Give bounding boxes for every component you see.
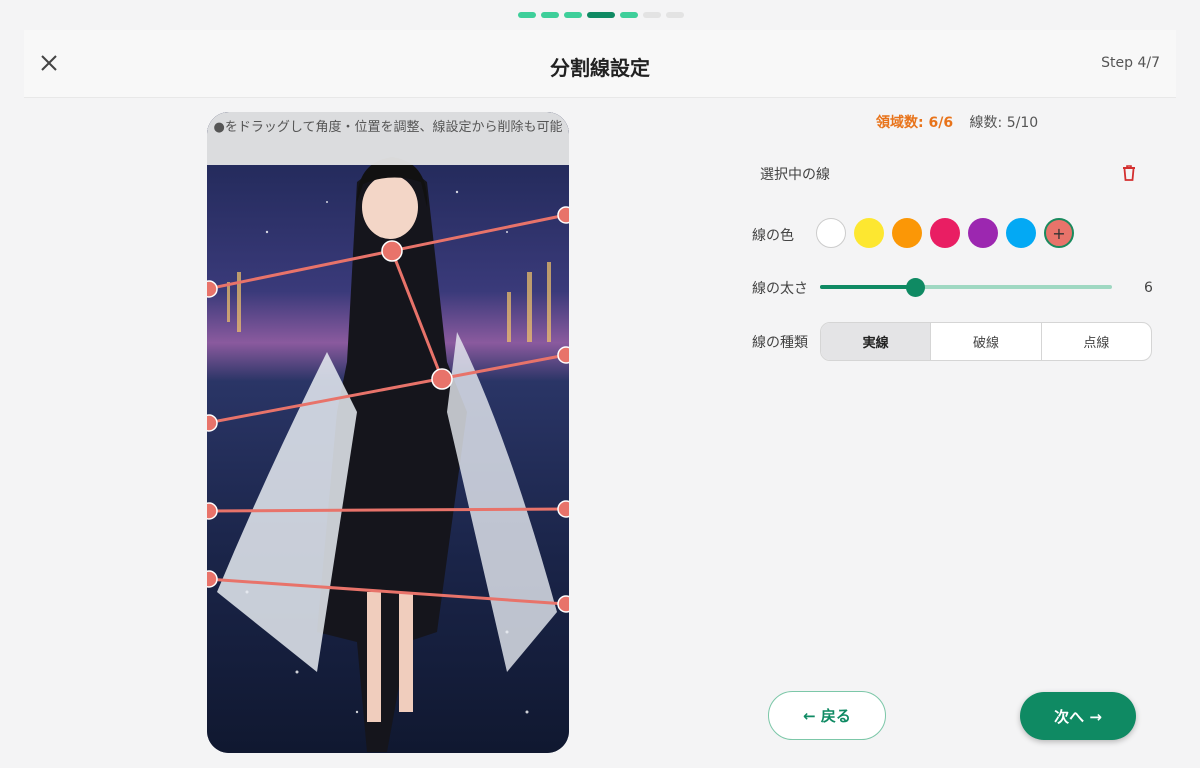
delete-line-button[interactable]: [1119, 163, 1139, 183]
trash-icon: [1123, 165, 1135, 181]
progress-step-1: [518, 12, 536, 18]
stats-bar: 領域数: 6/6 線数: 5/10: [876, 112, 1038, 132]
color-swatch-white[interactable]: [816, 218, 846, 248]
line-type-dotted[interactable]: 点線: [1040, 323, 1151, 360]
line-count: 線数: 5/10: [969, 115, 1039, 131]
line-handle[interactable]: [207, 570, 218, 588]
line-handle[interactable]: [381, 240, 403, 262]
progress-step-2: [541, 12, 559, 18]
division-lines: [207, 213, 567, 606]
line-type-selector: 実線 破線 点線: [820, 322, 1152, 361]
custom-color-button[interactable]: +: [1044, 218, 1074, 248]
division-line-5[interactable]: [207, 577, 567, 606]
image-canvas[interactable]: ●をドラッグして角度・位置を調整、線設定から削除も可能: [207, 112, 569, 753]
color-swatch-orange[interactable]: [892, 218, 922, 248]
line-width-label: 線の太さ: [752, 281, 808, 297]
line-width-value: 6: [1144, 280, 1153, 296]
canvas-hint: ●をドラッグして角度・位置を調整、線設定から削除も可能: [207, 112, 569, 165]
line-handle[interactable]: [557, 346, 569, 364]
line-color-label: 線の色: [752, 228, 794, 244]
color-swatch-blue[interactable]: [1006, 218, 1036, 248]
progress-step-4: [587, 12, 615, 18]
plus-icon: +: [1052, 223, 1066, 243]
division-line-4[interactable]: [207, 507, 567, 513]
division-line-3[interactable]: [207, 353, 567, 425]
slider-fill: [820, 285, 916, 289]
back-button[interactable]: ← 戻る: [768, 691, 886, 740]
step-indicator: Step 4/7: [1101, 55, 1160, 71]
selected-line-label: 選択中の線: [760, 167, 830, 183]
line-width-slider[interactable]: [820, 278, 1112, 297]
color-swatch-pink[interactable]: [930, 218, 960, 248]
progress-step-3: [564, 12, 582, 18]
line-handle[interactable]: [431, 368, 453, 390]
division-line-2[interactable]: [390, 250, 444, 380]
line-handle[interactable]: [557, 500, 569, 518]
color-swatch-purple[interactable]: [968, 218, 998, 248]
line-type-solid[interactable]: 実線: [821, 323, 931, 360]
header-bar: 分割線設定 Step 4/7: [24, 30, 1176, 98]
progress-step-6: [643, 12, 661, 18]
color-swatch-yellow[interactable]: [854, 218, 884, 248]
progress-step-7: [666, 12, 684, 18]
division-lines-overlay: [207, 206, 569, 613]
line-type-label: 線の種類: [752, 335, 808, 351]
line-handle[interactable]: [207, 280, 218, 298]
slider-thumb[interactable]: [906, 278, 925, 297]
next-button[interactable]: 次へ →: [1020, 692, 1136, 740]
line-type-dashed[interactable]: 破線: [930, 323, 1040, 360]
line-handle[interactable]: [557, 595, 569, 613]
line-handle[interactable]: [207, 414, 218, 432]
line-handle[interactable]: [557, 206, 569, 224]
color-palette: +: [816, 218, 1074, 248]
line-handle[interactable]: [207, 502, 218, 520]
region-count: 領域数: 6/6: [876, 115, 954, 131]
progress-indicator: [518, 12, 684, 18]
progress-step-5: [620, 12, 638, 18]
page-title: 分割線設定: [550, 56, 650, 80]
